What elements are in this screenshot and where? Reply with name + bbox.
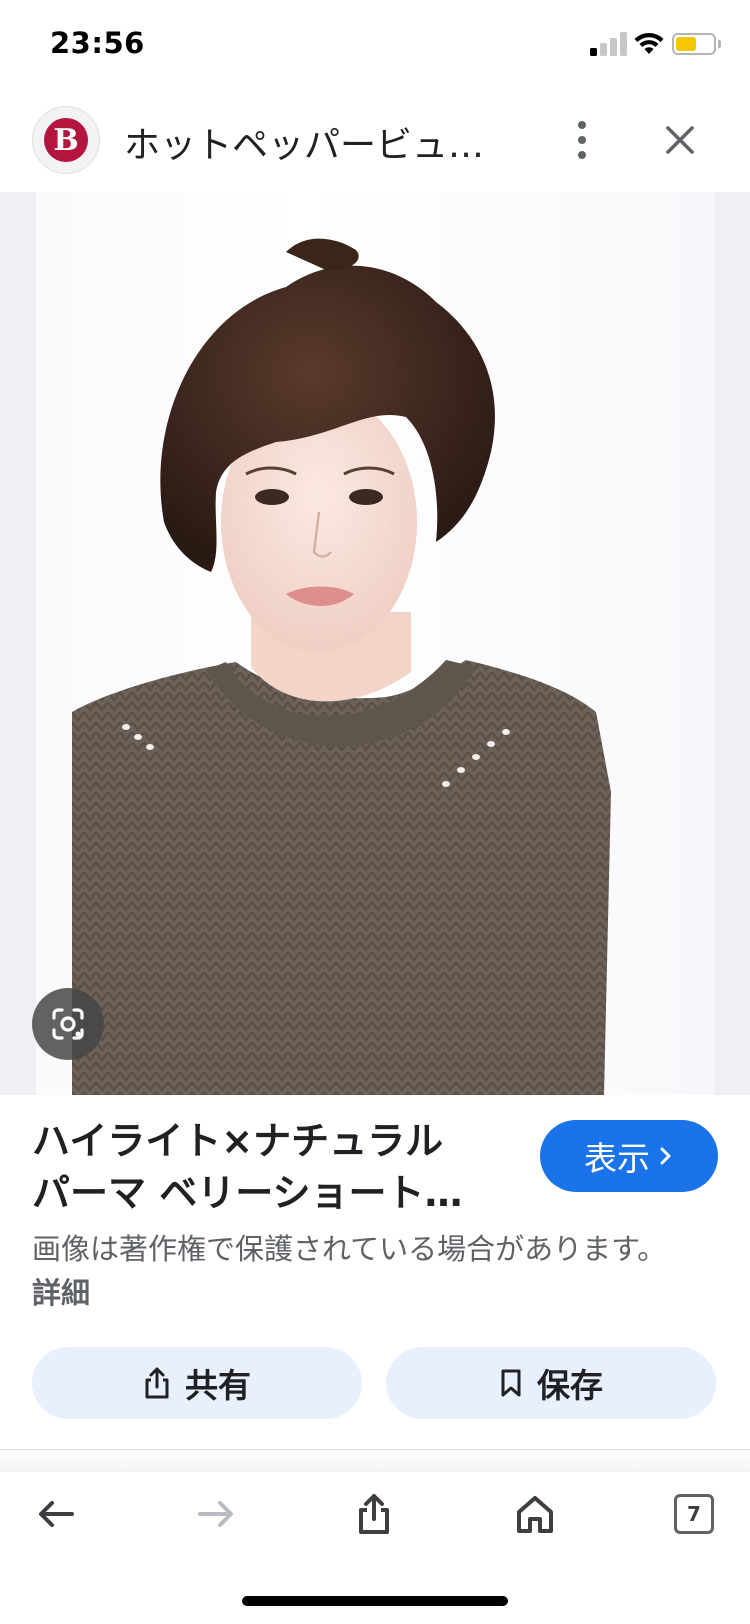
close-button[interactable] (658, 118, 702, 162)
arrow-forward-icon (198, 1501, 233, 1527)
site-favicon[interactable]: B (32, 106, 100, 174)
bookmark-icon (501, 1369, 521, 1397)
battery-level (676, 37, 696, 51)
back-button[interactable] (26, 1484, 86, 1544)
wifi-icon (633, 30, 665, 56)
visit-button-label: 表示 (584, 1139, 650, 1178)
share-icon (359, 1494, 389, 1534)
battery-cap (718, 40, 721, 48)
google-lens-button[interactable] (32, 988, 104, 1060)
home-icon (517, 1496, 553, 1533)
visit-button[interactable]: 表示 (540, 1120, 718, 1192)
result-title-line-2: パーマ ベリーショート… (32, 1171, 463, 1215)
share-label: 共有 (185, 1366, 251, 1405)
home-indicator (242, 1596, 508, 1606)
forward-button[interactable] (186, 1484, 246, 1544)
battery-icon (672, 33, 716, 55)
more-options-button[interactable] (564, 114, 600, 166)
home-button[interactable] (505, 1484, 565, 1544)
status-time: 23:56 (50, 26, 145, 60)
more-vert-icon (578, 121, 586, 129)
share-icon (145, 1367, 169, 1399)
result-title-line-1: ハイライト×ナチュラル (32, 1119, 444, 1163)
details-link[interactable]: 詳細 (32, 1276, 90, 1310)
google-lens-icon (52, 1008, 84, 1040)
copyright-notice: 画像は著作権で保護されている場合があります。 詳細 (32, 1227, 672, 1315)
share-page-button[interactable] (344, 1484, 404, 1544)
status-bar: 23:56 (0, 0, 750, 92)
cellular-signal-icon (590, 32, 628, 56)
tab-count: 7 (674, 1494, 714, 1534)
result-info-panel: ハイライト×ナチュラル パーマ ベリーショート… 表示 画像は著作権で保護されて… (0, 1095, 750, 1450)
arrow-back-icon (39, 1501, 74, 1527)
site-title[interactable]: ホットペッパービュ… (124, 116, 494, 168)
image-preview-area (0, 192, 750, 1095)
preview-header: B ホットペッパービュ… (0, 92, 750, 192)
result-title[interactable]: ハイライト×ナチュラル パーマ ベリーショート… (32, 1115, 492, 1219)
copyright-text: 画像は著作権で保護されている場合があります。 (32, 1232, 667, 1266)
site-logo-icon: B (44, 118, 88, 162)
tabs-button[interactable]: 7 (664, 1484, 724, 1544)
save-button[interactable]: 保存 (386, 1347, 716, 1419)
site-logo-letter: B (53, 122, 79, 158)
nav-shadow (0, 1450, 750, 1472)
close-icon (666, 126, 694, 154)
chevron-right-icon (660, 1147, 671, 1165)
preview-image[interactable] (36, 192, 714, 1095)
share-button[interactable]: 共有 (32, 1347, 362, 1419)
save-label: 保存 (537, 1366, 603, 1405)
